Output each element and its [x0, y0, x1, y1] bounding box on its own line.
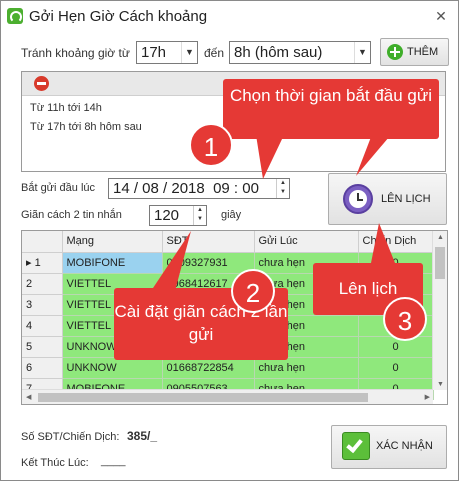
callout-pointers [151, 111, 411, 291]
callout-2-number: 2 [231, 269, 275, 313]
callout-3-number: 3 [383, 297, 427, 341]
schedule-dialog: Gởi Hẹn Giờ Cách khoảng ✕ Tránh khoảng g… [0, 0, 459, 481]
callout-2-pointer [151, 231, 191, 291]
callout-1: Chọn thời gian bắt đầu gửi [223, 79, 439, 139]
callout-1-number: 1 [189, 123, 233, 167]
callout-3-pointer [371, 223, 395, 263]
